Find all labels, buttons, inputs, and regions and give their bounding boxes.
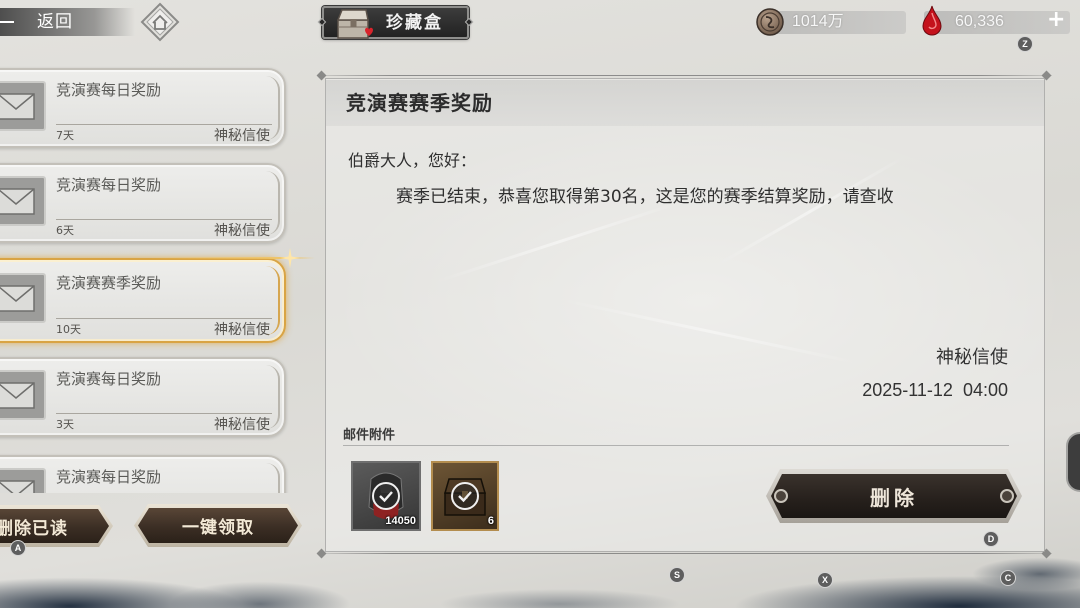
panel-top-rule	[318, 75, 1052, 76]
claimed-check-icon	[451, 482, 479, 510]
envelope-icon	[0, 370, 46, 420]
mail-detail-title: 竞演赛赛季奖励	[346, 91, 493, 115]
panel-bottom-rule	[318, 553, 1052, 554]
mail-title: 竞演赛每日奖励	[56, 176, 162, 194]
hotkey-badge-d: D	[983, 531, 999, 547]
attachment-count: 14050	[385, 515, 416, 527]
coin-amount: 1014万	[792, 13, 844, 30]
mail-list-item[interactable]: 竞演赛每日奖励 3天 神秘信使	[0, 357, 286, 437]
hotkey-badge-x: X	[817, 572, 833, 588]
hotkey-badge-a: A	[10, 540, 26, 556]
hotkey-badge-c: C	[1000, 570, 1016, 586]
red-gem-icon	[922, 5, 942, 36]
hotkey-badge-s: S	[669, 567, 685, 583]
gem-amount: 60,336	[955, 13, 1004, 30]
mail-sender: 神秘信使	[214, 322, 270, 338]
treasure-chest-icon	[336, 9, 373, 39]
attachments-divider	[343, 445, 1009, 446]
mail-expiry-days: 7天	[56, 129, 74, 142]
attachment-slot[interactable]: 14050	[351, 461, 421, 531]
delete-mail-label: 删除	[870, 485, 918, 510]
collection-box-button[interactable]: 珍藏盒	[317, 6, 474, 39]
gem-currency-display: 60,336 +	[918, 4, 1072, 38]
attachment-count: 6	[487, 515, 494, 527]
mail-date: 2025-11-12 04:00	[862, 380, 1008, 400]
envelope-icon	[0, 273, 46, 323]
frame-ornament	[464, 17, 474, 27]
coin-currency-display: 1014万	[756, 8, 906, 38]
delete-mail-button[interactable]: 删除	[766, 469, 1022, 523]
sparkle-star-icon	[280, 248, 300, 268]
mail-list-item[interactable]: 竞演赛每日奖励	[0, 455, 286, 493]
add-gem-button[interactable]: +	[1047, 9, 1065, 31]
mail-item-divider	[56, 318, 272, 319]
mail-list[interactable]: 竞演赛每日奖励 7天 神秘信使 竞演赛每日奖励 6天 神秘信使 竞演赛赛季奖励 …	[0, 0, 320, 493]
mail-signature: 神秘信使	[936, 347, 1008, 368]
coin-icon	[756, 8, 784, 36]
mail-title: 竞演赛赛季奖励	[56, 274, 162, 292]
envelope-icon	[0, 176, 46, 226]
mail-body: 赛季已结束，恭喜您取得第30名，这是您的赛季结算奖励，请查收	[396, 187, 894, 207]
mail-title: 竞演赛每日奖励	[56, 468, 162, 486]
claim-all-label: 一键领取	[182, 518, 254, 538]
mail-sender: 神秘信使	[214, 417, 270, 433]
mail-title: 竞演赛每日奖励	[56, 81, 162, 99]
mail-greeting: 伯爵大人，您好：	[348, 151, 477, 170]
attachments-label: 邮件附件	[343, 428, 396, 443]
attachment-slot[interactable]: 6	[431, 461, 499, 531]
hotkey-badge-z: Z	[1017, 36, 1033, 52]
side-panel-handle[interactable]	[1066, 432, 1080, 492]
claimed-check-icon	[372, 482, 400, 510]
envelope-icon	[0, 468, 46, 493]
mail-list-item-selected[interactable]: 竞演赛赛季奖励 10天 神秘信使	[0, 258, 286, 343]
mail-expiry-days: 10天	[56, 323, 81, 336]
mail-list-item[interactable]: 竞演赛每日奖励 6天 神秘信使	[0, 163, 286, 243]
mail-detail-panel: 竞演赛赛季奖励 伯爵大人，您好： 赛季已结束，恭喜您取得第30名，这是您的赛季结…	[325, 78, 1045, 552]
mail-sender: 神秘信使	[214, 223, 270, 239]
mail-expiry-days: 3天	[56, 418, 74, 431]
mail-sender: 神秘信使	[214, 128, 270, 144]
claim-all-button[interactable]: 一键领取	[134, 504, 302, 547]
mail-title: 竞演赛每日奖励	[56, 370, 162, 388]
mail-item-divider	[56, 413, 272, 414]
envelope-icon	[0, 81, 46, 131]
mail-list-item[interactable]: 竞演赛每日奖励 7天 神秘信使	[0, 68, 286, 148]
collection-box-label: 珍藏盒	[386, 13, 443, 33]
mail-expiry-days: 6天	[56, 224, 74, 237]
mail-item-divider	[56, 124, 272, 125]
mail-item-divider	[56, 219, 272, 220]
mail-detail-header: 竞演赛赛季奖励	[326, 80, 1044, 126]
